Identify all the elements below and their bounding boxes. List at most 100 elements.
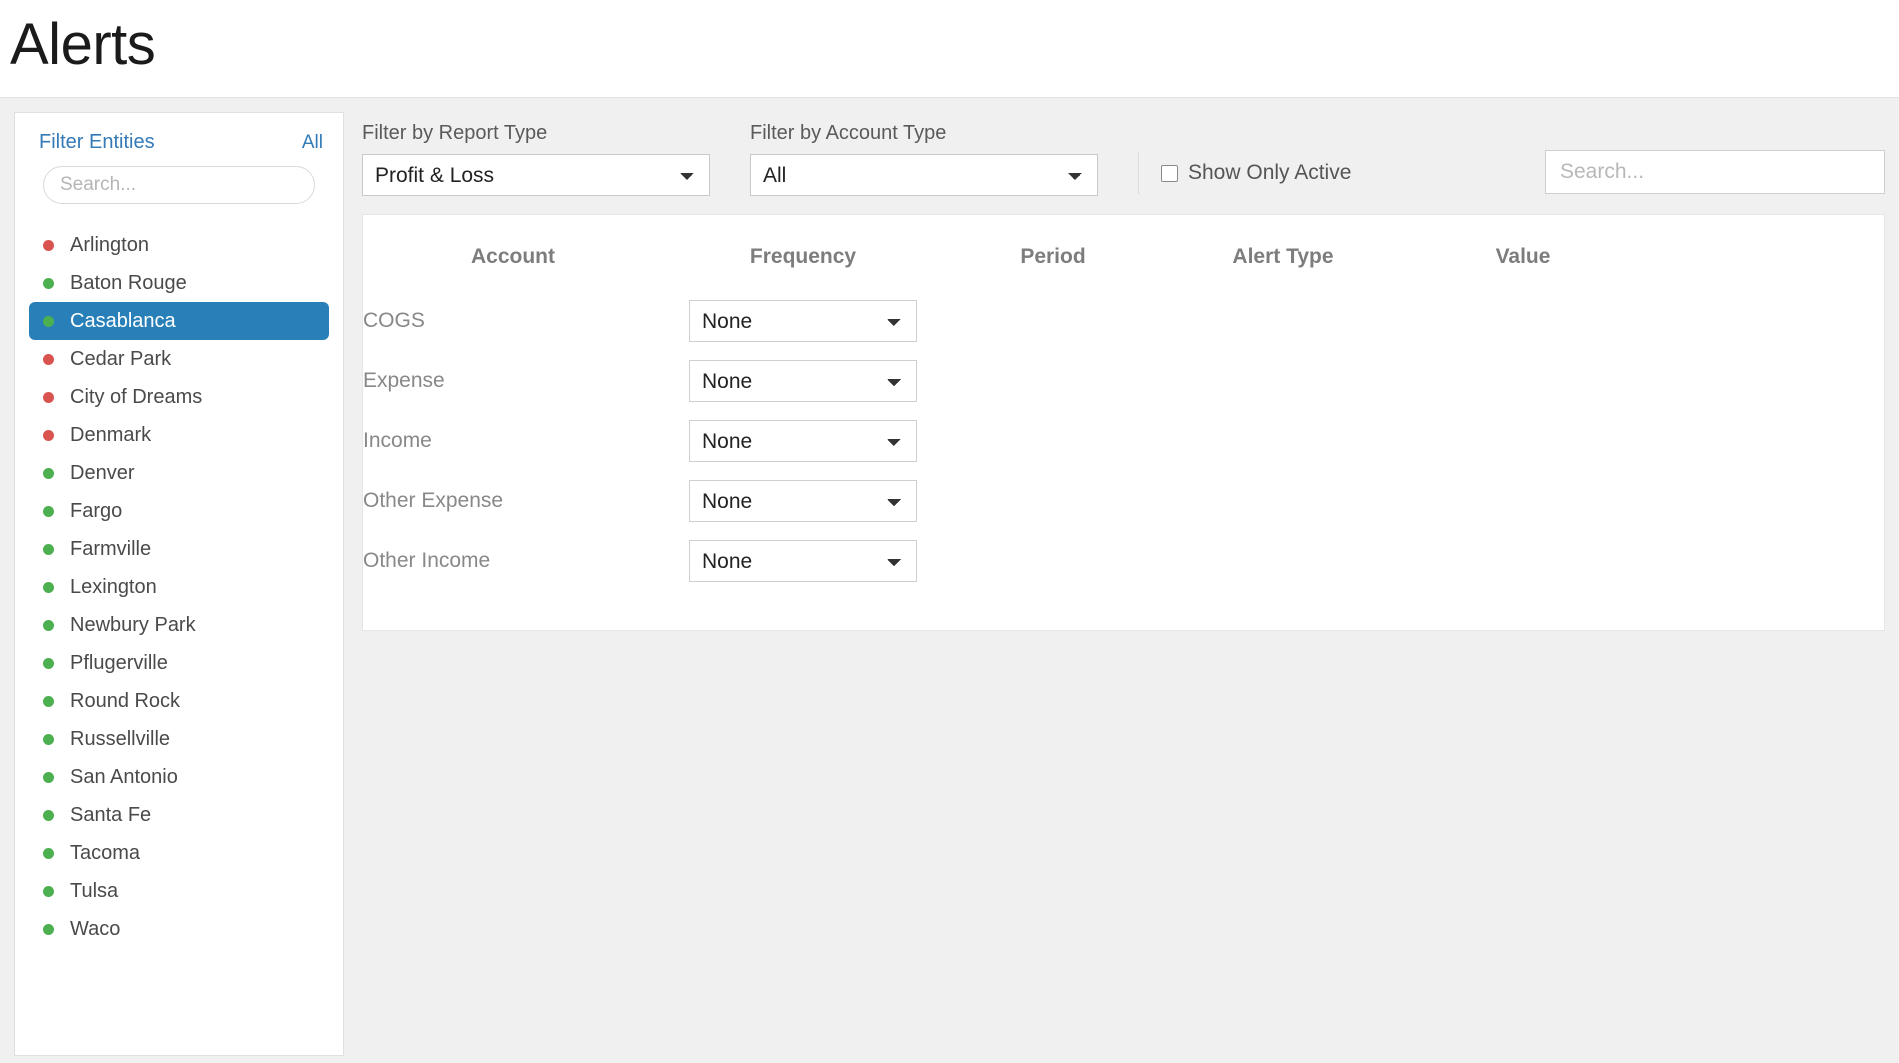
entity-list-item[interactable]: Fargo (29, 492, 329, 530)
report-type-filter-group: Filter by Report Type Profit & Loss (362, 122, 710, 196)
alerts-search-input[interactable] (1545, 150, 1885, 194)
account-name-cell: Other Expense (363, 489, 504, 512)
alerts-table-row: COGS None (363, 291, 1884, 351)
entity-name: Casablanca (70, 309, 176, 332)
entity-list-item[interactable]: Casablanca (29, 302, 329, 340)
entity-name: City of Dreams (70, 385, 203, 408)
account-name-cell: Other Income (363, 549, 491, 572)
account-type-filter-group: Filter by Account Type All (750, 122, 1098, 196)
entity-name: Fargo (70, 499, 123, 522)
column-header-account: Account (471, 245, 555, 268)
entity-search-input[interactable] (43, 166, 315, 204)
entity-name: Tacoma (70, 841, 141, 864)
entity-name: Santa Fe (70, 803, 152, 826)
entity-list-item[interactable]: Tacoma (29, 834, 329, 872)
value-cell (1403, 351, 1643, 411)
entity-name: Pflugerville (70, 651, 168, 674)
alert-type-cell (1163, 291, 1403, 351)
frequency-select[interactable]: None (689, 300, 917, 342)
account-name-cell: Income (363, 429, 432, 452)
account-type-select[interactable]: All (750, 154, 1098, 196)
period-cell (943, 291, 1163, 351)
alerts-table-body: COGS None Expense None Income None Other Expen… (363, 291, 1884, 591)
entity-list-item[interactable]: Santa Fe (29, 796, 329, 834)
status-dot-green-icon (43, 771, 54, 783)
value-cell (1403, 471, 1643, 531)
row-spacer-cell (1643, 531, 1884, 591)
entity-name: Cedar Park (70, 347, 172, 370)
status-dot-green-icon (43, 505, 54, 517)
show-only-active-group: Show Only Active (1138, 152, 1351, 194)
status-dot-green-icon (43, 885, 54, 897)
frequency-cell: None (663, 291, 943, 351)
main-content: Filter by Report Type Profit & Loss Filt… (362, 98, 1885, 631)
entity-list-item[interactable]: San Antonio (29, 758, 329, 796)
alert-type-cell (1163, 471, 1403, 531)
status-dot-green-icon (43, 847, 54, 859)
period-cell (943, 471, 1163, 531)
select-all-entities-link[interactable]: All (302, 132, 323, 154)
entity-list-item[interactable]: Arlington (29, 226, 329, 264)
value-cell (1403, 411, 1643, 471)
frequency-cell: None (663, 471, 943, 531)
status-dot-green-icon (43, 695, 54, 707)
entity-name: Round Rock (70, 689, 181, 712)
value-cell (1403, 531, 1643, 591)
filter-entities-label: Filter Entities (39, 131, 155, 153)
status-dot-green-icon (43, 733, 54, 745)
status-dot-green-icon (43, 543, 54, 555)
show-only-active-checkbox[interactable] (1161, 164, 1178, 182)
column-header-value: Value (1495, 245, 1551, 268)
status-dot-green-icon (43, 581, 54, 593)
frequency-cell: None (663, 411, 943, 471)
alerts-table-row: Other Expense None (363, 471, 1884, 531)
frequency-select[interactable]: None (689, 540, 917, 582)
alerts-table-row: Income None (363, 411, 1884, 471)
entity-list-item[interactable]: City of Dreams (29, 378, 329, 416)
entity-list-item[interactable]: Lexington (29, 568, 329, 606)
entity-list-item[interactable]: Baton Rouge (29, 264, 329, 302)
entity-list-item[interactable]: Denver (29, 454, 329, 492)
report-type-select[interactable]: Profit & Loss (362, 154, 710, 196)
entity-name: Waco (70, 917, 121, 940)
entity-list-item[interactable]: Round Rock (29, 682, 329, 720)
status-dot-green-icon (43, 809, 54, 821)
status-dot-red-icon (43, 353, 54, 365)
status-dot-green-icon (43, 619, 54, 631)
status-dot-green-icon (43, 657, 54, 669)
entity-name: Farmville (70, 537, 152, 560)
entity-name: Russellville (70, 727, 171, 750)
column-header-frequency: Frequency (749, 245, 857, 268)
entity-list-item[interactable]: Denmark (29, 416, 329, 454)
status-dot-green-icon (43, 467, 54, 479)
entity-list-item[interactable]: Cedar Park (29, 340, 329, 378)
alerts-table-row: Expense None (363, 351, 1884, 411)
column-header-spacer (1643, 239, 1884, 291)
entity-list-item[interactable]: Farmville (29, 530, 329, 568)
alerts-table-row: Other Income None (363, 531, 1884, 591)
entity-list-item[interactable]: Tulsa (29, 872, 329, 910)
entity-list-item[interactable]: Russellville (29, 720, 329, 758)
alert-type-cell (1163, 531, 1403, 591)
frequency-select[interactable]: None (689, 480, 917, 522)
entity-name: Denver (70, 461, 135, 484)
entity-list-item[interactable]: Waco (29, 910, 329, 948)
frequency-select[interactable]: None (689, 360, 917, 402)
frequency-select[interactable]: None (689, 420, 917, 462)
frequency-cell: None (663, 351, 943, 411)
entity-name: Tulsa (70, 879, 119, 902)
status-dot-green-icon (43, 277, 54, 289)
show-only-active-label[interactable]: Show Only Active (1188, 161, 1351, 185)
period-cell (943, 351, 1163, 411)
entity-list-item[interactable]: Newbury Park (29, 606, 329, 644)
entity-name: Denmark (70, 423, 152, 446)
alert-type-cell (1163, 351, 1403, 411)
row-spacer-cell (1643, 291, 1884, 351)
row-spacer-cell (1643, 411, 1884, 471)
account-name-cell: Expense (363, 369, 445, 392)
period-cell (943, 411, 1163, 471)
status-dot-red-icon (43, 429, 54, 441)
entity-list-item[interactable]: Pflugerville (29, 644, 329, 682)
page-body: Filter Entities All Arlington Baton Rouge… (0, 98, 1899, 1063)
status-dot-green-icon (43, 923, 54, 935)
